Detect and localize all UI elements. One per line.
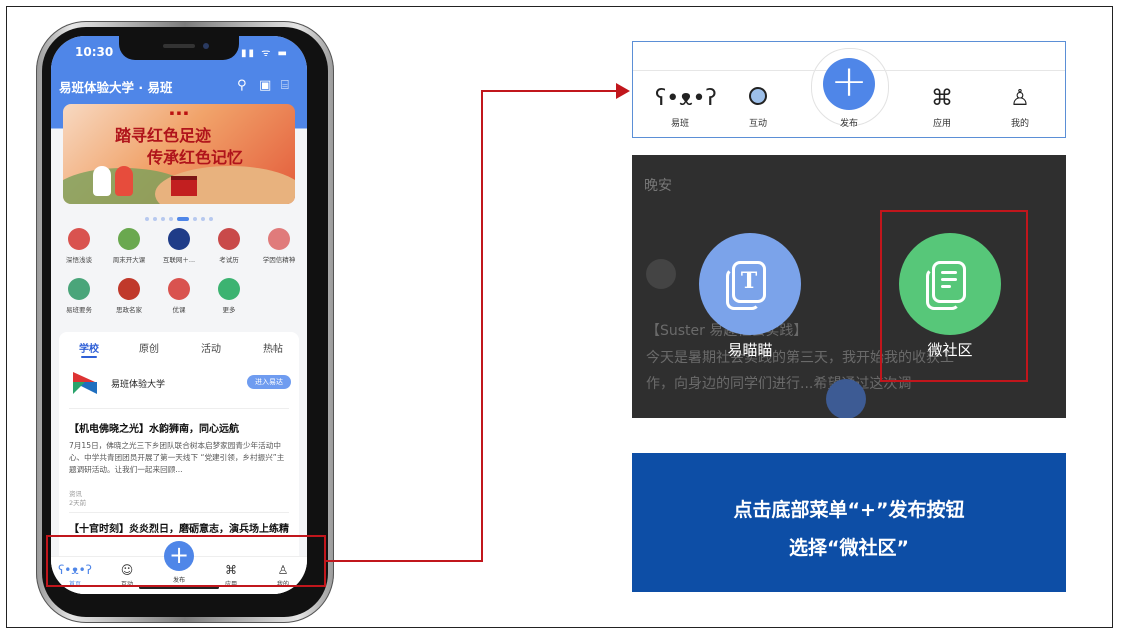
t-doc-icon: T — [699, 233, 801, 335]
app-grid: 深悟浅谈 周末开大课 互联网＋... 考试历 学因信精神 易班要务 思政名家 优… — [51, 224, 307, 328]
option-label: 易瞄瞄 — [727, 341, 773, 359]
banner-gate-illustration — [171, 176, 197, 196]
banner-title-2: 传承红色记忆 — [147, 148, 244, 167]
feed-tabs: 学校 原创 活动 热帖 — [59, 332, 299, 360]
more-icon — [218, 278, 240, 300]
divider — [69, 408, 289, 409]
grid-item[interactable]: 考试历 — [205, 228, 253, 264]
grid-icon — [268, 228, 290, 250]
zoom-tab-home[interactable]: ʕ•ᴥ•ʔ 易班 — [655, 86, 717, 129]
instruction-line-1: 点击底部菜单“+”发布按钮 — [733, 499, 965, 521]
grid-item[interactable]: 更多 — [205, 278, 253, 314]
grid-icon — [68, 228, 90, 250]
grid-item[interactable]: 周末开大课 — [105, 228, 153, 264]
smile-icon — [733, 86, 783, 112]
post-body: 7月15日，佛晓之光三下乡团队联合树本启梦家园青少年活动中心、中学共青团团员开展… — [69, 441, 285, 474]
banner-figure — [115, 166, 133, 196]
avatar — [646, 259, 676, 289]
zoom-tab-label: 易班 — [670, 119, 689, 129]
background-post-text: 作，向身边的同学们进行...希望通过这次调 — [646, 376, 912, 392]
option-highlight-box — [880, 210, 1028, 382]
banner-title-1: 踏寻红色足迹 — [115, 126, 212, 145]
phone-mockup: 10:30 ▮▮ ᯤ ▬ 易班体验大学 · 易班 ⚲ ▣ ⌸ ▪ ▪ ▪ 踏寻红… — [36, 21, 334, 623]
grid-label: 学因信精神 — [262, 256, 296, 264]
phone-notch — [119, 36, 239, 60]
zoom-tab-label: 应用 — [932, 119, 951, 129]
banner-carousel[interactable]: ▪ ▪ ▪ 踏寻红色足迹 传承红色记忆 — [63, 104, 295, 204]
background-plus-button — [826, 379, 866, 418]
scan-icon[interactable]: ⌸ — [281, 78, 289, 93]
publish-plus-button[interactable]: + — [823, 58, 875, 110]
zoom-tab-interact[interactable]: 互动 — [733, 86, 783, 129]
zoom-tab-mine[interactable]: ♙ 我的 — [995, 86, 1045, 129]
person-icon: ♙ — [1010, 86, 1030, 111]
zoomed-tabbar: ʕ•ᴥ•ʔ 易班 互动 + 发布 ⌘ 应用 ♙ 我的 — [632, 41, 1066, 138]
grid-icon — [68, 278, 90, 300]
option-yimiaomiao[interactable]: T 易瞄瞄 — [690, 233, 810, 360]
next-post-title[interactable]: 【十官时刻】炎炎烈日，磨砺意志，演兵场上练精 — [69, 520, 289, 535]
message-icon[interactable]: ▣ — [259, 78, 271, 93]
command-icon: ⌘ — [931, 86, 953, 111]
tab-hot[interactable]: 热帖 — [263, 340, 283, 355]
grid-label: 易班要务 — [66, 306, 92, 314]
grid-icon — [218, 228, 240, 250]
grid-item[interactable]: 思政名家 — [105, 278, 153, 314]
instruction-line-2: 选择“微社区” — [789, 537, 909, 559]
banner-logos: ▪ ▪ ▪ — [169, 109, 189, 117]
grid-label: 思政名家 — [116, 306, 142, 314]
grid-label: 更多 — [222, 306, 236, 314]
post-time: 2天前 — [69, 499, 87, 507]
post-meta: 资讯 2天前 — [69, 490, 86, 508]
zoom-tab-label: 发布 — [839, 119, 858, 129]
instruction-box: 点击底部菜单“+”发布按钮 选择“微社区” — [632, 453, 1066, 592]
grid-icon — [168, 228, 190, 250]
divider — [69, 512, 289, 513]
school-row[interactable]: 易班体验大学 进入易达 — [71, 368, 291, 400]
zoom-tab-label: 我的 — [1010, 119, 1029, 129]
tabbar-highlight-box — [46, 535, 326, 587]
greeting-text: 晚安 — [644, 178, 672, 194]
arrow-head-icon — [616, 83, 630, 99]
connector-line — [481, 90, 621, 92]
zoom-tab-label: 互动 — [748, 119, 767, 129]
grid-icon — [118, 278, 140, 300]
grid-icon — [118, 228, 140, 250]
grid-item[interactable]: 互联网＋... — [155, 228, 203, 264]
grid-label: 深悟浅谈 — [66, 256, 92, 264]
school-name: 易班体验大学 — [111, 380, 166, 390]
bear-icon: ʕ•ᴥ•ʔ — [655, 86, 717, 111]
app-title: 易班体验大学 · 易班 — [59, 80, 173, 95]
zoom-tab-apps[interactable]: ⌘ 应用 — [917, 86, 967, 129]
search-icon[interactable]: ⚲ — [237, 78, 247, 93]
grid-label: 互联网＋... — [162, 256, 196, 264]
banner-area: ▪ ▪ ▪ 踏寻红色足迹 传承红色记忆 — [51, 102, 307, 222]
connector-line — [326, 560, 482, 562]
grid-label: 周末开大课 — [112, 256, 146, 264]
grid-icon — [168, 278, 190, 300]
grid-item[interactable]: 优课 — [155, 278, 203, 314]
tab-activity[interactable]: 活动 — [201, 340, 221, 355]
grid-item[interactable]: 学因信精神 — [255, 228, 303, 264]
status-time: 10:30 — [75, 45, 114, 59]
grid-item[interactable]: 深悟浅谈 — [55, 228, 103, 264]
enter-school-button[interactable]: 进入易达 — [247, 375, 291, 389]
tab-original[interactable]: 原创 — [139, 340, 159, 355]
banner-figure — [93, 166, 111, 196]
grid-label: 考试历 — [219, 256, 239, 264]
post-title[interactable]: 【机电佛晓之光】水韵狮南，同心远航 — [69, 420, 239, 435]
connector-line — [481, 90, 483, 562]
tab-school[interactable]: 学校 — [79, 340, 99, 355]
status-icons: ▮▮ ᯤ ▬ — [241, 48, 289, 59]
active-tab-underline — [81, 356, 97, 358]
grid-label: 优课 — [172, 306, 186, 314]
phone-screen: 10:30 ▮▮ ᯤ ▬ 易班体验大学 · 易班 ⚲ ▣ ⌸ ▪ ▪ ▪ 踏寻红… — [51, 36, 307, 594]
app-header: 易班体验大学 · 易班 ⚲ ▣ ⌸ — [51, 70, 307, 102]
grid-item[interactable]: 易班要务 — [55, 278, 103, 314]
post-category: 资讯 — [69, 490, 82, 498]
school-logo-icon — [73, 372, 97, 394]
